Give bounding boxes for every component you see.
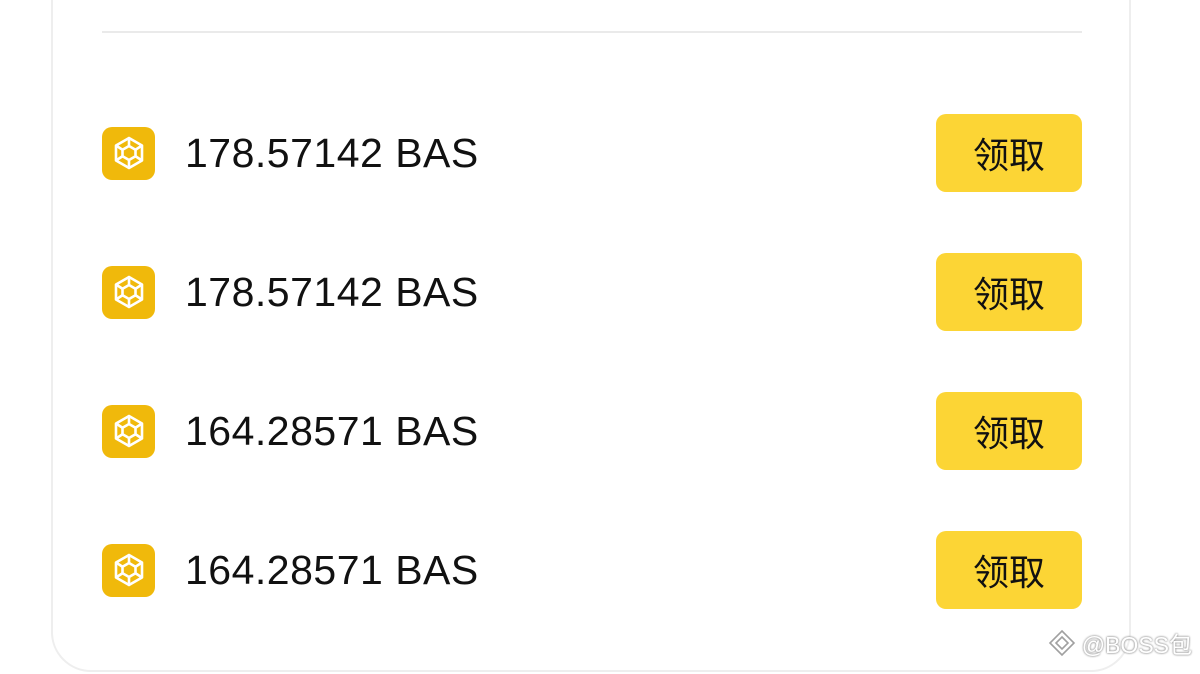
- claim-amount: 178.57142 BAS: [185, 268, 479, 315]
- diamond-logo-icon: [1048, 629, 1076, 657]
- page: 178.57142 BAS 领取 178.57142 BAS 领取 164.28…: [0, 0, 1200, 674]
- divider: [102, 31, 1082, 33]
- claim-row: 178.57142 BAS 领取: [102, 114, 1082, 192]
- claim-button[interactable]: 领取: [936, 114, 1082, 192]
- bas-token-icon: [102, 126, 155, 180]
- claim-row: 178.57142 BAS 领取: [102, 253, 1082, 331]
- claim-amount: 164.28571 BAS: [185, 546, 479, 593]
- claim-button[interactable]: 领取: [936, 531, 1082, 609]
- bas-token-icon: [102, 265, 155, 319]
- claim-row: 164.28571 BAS 领取: [102, 392, 1082, 470]
- claim-amount: 178.57142 BAS: [185, 129, 479, 176]
- bas-token-icon: [102, 543, 155, 597]
- claim-button[interactable]: 领取: [936, 253, 1082, 331]
- bas-token-icon: [102, 404, 155, 458]
- watermark: @BOSS包: [1048, 626, 1192, 660]
- claim-row: 164.28571 BAS 领取: [102, 531, 1082, 609]
- claim-button[interactable]: 领取: [936, 392, 1082, 470]
- claim-amount: 164.28571 BAS: [185, 407, 479, 454]
- watermark-text: @BOSS包: [1081, 632, 1192, 658]
